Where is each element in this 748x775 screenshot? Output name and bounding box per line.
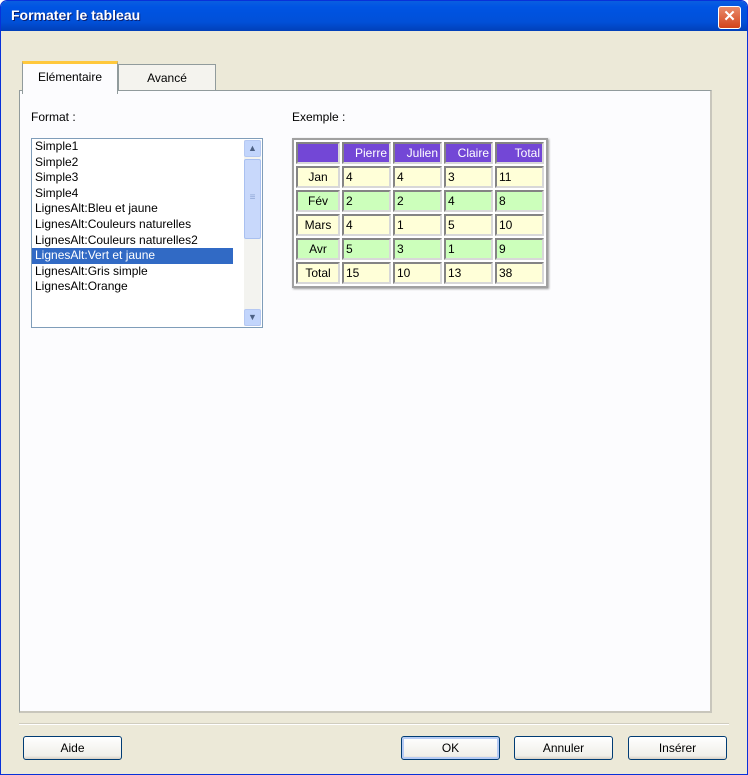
format-listbox[interactable]: Simple1 Simple2 Simple3 Simple4 LignesAlt:Bl… [31,138,263,328]
data-cell: 4 [393,166,442,188]
tab-panel: Format : Exemple : Simple1 Simple2 Simple3… [19,90,712,713]
format-list-item[interactable]: LignesAlt:Vert et jaune [32,248,233,264]
data-cell: 1 [444,238,493,260]
format-label: Format : [31,110,76,124]
table-row: Fév 2 2 4 8 [296,190,544,212]
data-cell: 3 [393,238,442,260]
row-header-cell: Total [296,262,340,284]
format-list-item[interactable]: LignesAlt:Orange [32,279,233,295]
title-bar[interactable]: Formater le tableau ✕ [1,1,747,31]
table-header-row: Pierre Julien Claire Total [296,142,544,164]
format-table-dialog: Formater le tableau ✕ Elémentaire Avancé… [0,0,748,775]
dialog-title: Formater le tableau [11,7,141,23]
row-header-cell: Mars [296,214,340,236]
data-cell: 4 [342,166,391,188]
table-row: Total 15 10 13 38 [296,262,544,284]
example-label: Exemple : [292,110,346,124]
format-list-item[interactable]: Simple1 [32,139,233,155]
scrollbar[interactable]: ▲ ≡ ▼ [244,140,261,326]
scroll-up-icon[interactable]: ▲ [244,140,261,157]
data-cell: 15 [342,262,391,284]
header-cell: Claire [444,142,493,164]
tab-elementaire[interactable]: Elémentaire [22,61,118,94]
data-cell: 4 [342,214,391,236]
data-cell: 11 [495,166,544,188]
table-row: Jan 4 4 3 11 [296,166,544,188]
header-cell: Total [495,142,544,164]
row-header-cell: Avr [296,238,340,260]
data-cell: 1 [393,214,442,236]
data-cell: 10 [393,262,442,284]
data-cell: 2 [393,190,442,212]
data-cell: 5 [444,214,493,236]
header-cell: Pierre [342,142,391,164]
row-header-cell: Jan [296,166,340,188]
data-cell: 5 [342,238,391,260]
format-list-item[interactable]: Simple2 [32,155,233,171]
row-header-cell: Fév [296,190,340,212]
table-row: Mars 4 1 5 10 [296,214,544,236]
table-row: Avr 5 3 1 9 [296,238,544,260]
help-button[interactable]: Aide [23,736,122,760]
insert-button[interactable]: Insérer [628,736,727,760]
format-list-item[interactable]: LignesAlt:Couleurs naturelles [32,217,233,233]
data-cell: 4 [444,190,493,212]
scroll-thumb[interactable]: ≡ [244,159,261,239]
data-cell: 8 [495,190,544,212]
format-list-item[interactable]: LignesAlt:Couleurs naturelles2 [32,233,233,249]
data-cell: 10 [495,214,544,236]
ok-button[interactable]: OK [401,736,500,760]
tab-avance[interactable]: Avancé [118,64,216,91]
data-cell: 13 [444,262,493,284]
format-list-item[interactable]: Simple3 [32,170,233,186]
cancel-button[interactable]: Annuler [514,736,613,760]
header-cell: Julien [393,142,442,164]
scroll-down-icon[interactable]: ▼ [244,309,261,326]
data-cell: 38 [495,262,544,284]
data-cell: 3 [444,166,493,188]
data-cell: 9 [495,238,544,260]
example-table: Pierre Julien Claire Total Jan 4 4 3 11 Fév 2 2 4 8 Ma… [292,138,548,288]
close-icon[interactable]: ✕ [718,6,741,29]
data-cell: 2 [342,190,391,212]
header-cell [296,142,340,164]
divider [19,723,729,725]
format-list-item[interactable]: Simple4 [32,186,233,202]
format-list-item[interactable]: LignesAlt:Gris simple [32,264,233,280]
format-list-item[interactable]: LignesAlt:Bleu et jaune [32,201,233,217]
